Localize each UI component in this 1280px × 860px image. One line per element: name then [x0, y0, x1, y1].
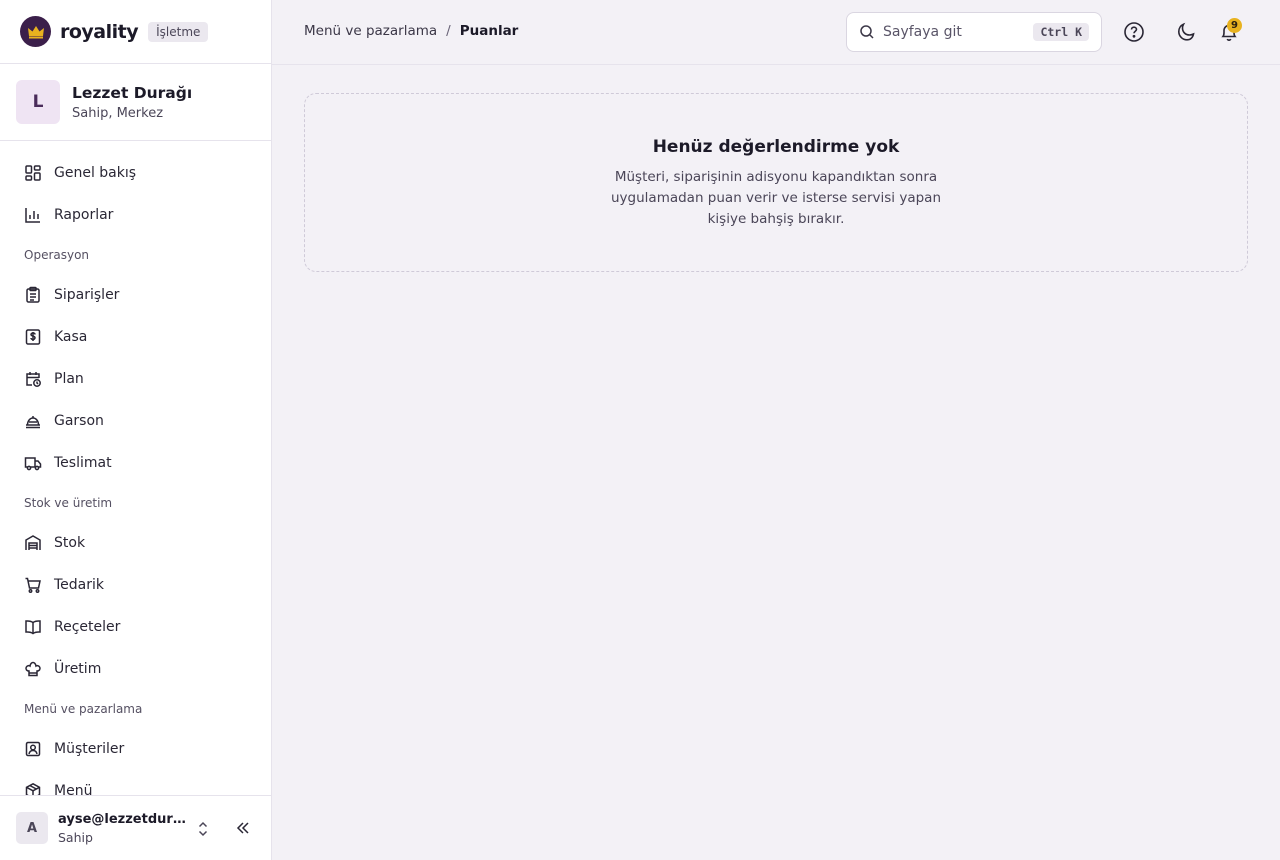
breadcrumb-parent[interactable]: Menü ve pazarlama: [304, 23, 437, 39]
book-open-icon: [25, 620, 41, 635]
sidebar-item-label: Raporlar: [54, 207, 114, 223]
sidebar-item-label: Siparişler: [54, 287, 120, 303]
contact-icon: [25, 741, 41, 757]
sidebar-nav: Genel bakış Raporlar Operasyon Siparişle…: [0, 141, 271, 795]
empty-state-card: Henüz değerlendirme yok Müşteri, sipariş…: [304, 93, 1248, 272]
user-menu[interactable]: A ayse@lezzetdurağı.com Sahip: [0, 795, 271, 860]
bar-chart-icon: [25, 208, 40, 223]
org-switcher[interactable]: L Lezzet Durağı Sahip, Merkez: [0, 64, 271, 141]
brand-name: royality: [60, 20, 139, 43]
brand-tag: İşletme: [148, 21, 209, 42]
org-name: Lezzet Durağı: [72, 83, 193, 102]
chevrons-up-down-icon[interactable]: [196, 820, 210, 838]
sidebar-item-label: Tedarik: [54, 577, 105, 593]
sidebar-item-garson[interactable]: Garson: [0, 400, 271, 442]
sidebar-item-label: Müşteriler: [54, 741, 125, 757]
crown-logo-icon[interactable]: [20, 16, 51, 47]
breadcrumb: Menü ve pazarlama / Puanlar: [304, 23, 518, 39]
user-role: Sahip: [58, 829, 93, 845]
sidebar-item-stok[interactable]: Stok: [0, 522, 271, 564]
breadcrumb-separator: /: [446, 23, 451, 39]
warehouse-icon: [25, 535, 41, 550]
breadcrumb-current: Puanlar: [459, 23, 519, 39]
sidebar-item-tedarik[interactable]: Tedarik: [0, 564, 271, 606]
chef-hat-icon: [25, 661, 41, 677]
sidebar-item-label: Garson: [54, 413, 104, 429]
cloche-icon: [26, 416, 40, 429]
user-avatar: A: [16, 812, 48, 844]
nav-section-title: Stok ve üretim: [24, 496, 113, 510]
nav-section-title: Menü ve pazarlama: [24, 702, 143, 716]
org-avatar: L: [16, 80, 60, 124]
sidebar-item-receteler[interactable]: Reçeteler: [0, 606, 271, 648]
sidebar-item-raporlar[interactable]: Raporlar: [0, 194, 271, 236]
calendar-clock-icon: [26, 372, 41, 387]
org-role: Sahip, Merkez: [72, 105, 164, 121]
user-email: ayse@lezzetdurağı.com: [58, 811, 186, 827]
empty-state-title: Henüz değerlendirme yok: [652, 137, 900, 157]
grid-icon: [25, 165, 41, 181]
truck-icon: [24, 457, 42, 471]
keyboard-shortcut: Ctrl K: [1033, 23, 1089, 41]
sidebar-item-uretim[interactable]: Üretim: [0, 648, 271, 690]
sidebar-item-musteriler[interactable]: Müşteriler: [0, 728, 271, 770]
cart-icon: [25, 577, 41, 593]
sidebar-item-kasa[interactable]: Kasa: [0, 316, 271, 358]
collapse-sidebar-icon[interactable]: [234, 819, 252, 837]
sidebar: royality İşletme L Lezzet Durağı Sahip, …: [0, 0, 272, 860]
empty-state-description: Müşteri, siparişinin adisyonu kapandıkta…: [611, 169, 942, 227]
sidebar-item-label: Stok: [54, 535, 86, 551]
sidebar-item-siparisler[interactable]: Siparişler: [0, 274, 271, 316]
sidebar-item-genel-bakis[interactable]: Genel bakış: [0, 152, 271, 194]
search-input[interactable]: Sayfaya git Ctrl K: [846, 12, 1102, 52]
notification-badge: 9: [1227, 18, 1242, 33]
search-placeholder: Sayfaya git: [883, 24, 962, 40]
help-icon[interactable]: [1123, 21, 1145, 43]
cash-register-icon: [25, 329, 41, 345]
sidebar-item-menu[interactable]: Menü: [0, 770, 271, 795]
clipboard-icon: [26, 286, 40, 303]
nav-section-title: Operasyon: [24, 248, 90, 262]
theme-toggle-moon-icon[interactable]: [1176, 21, 1198, 43]
package-icon: [25, 782, 41, 795]
sidebar-item-label: Genel bakış: [54, 165, 137, 181]
sidebar-item-label: Plan: [54, 371, 84, 387]
brand-header: royality İşletme: [0, 0, 271, 64]
sidebar-item-teslimat[interactable]: Teslimat: [0, 442, 271, 484]
sidebar-item-label: Kasa: [54, 329, 88, 345]
sidebar-item-label: Menü: [54, 783, 93, 795]
search-icon: [860, 25, 874, 39]
sidebar-item-label: Reçeteler: [54, 619, 121, 635]
top-header: Menü ve pazarlama / Puanlar Sayfaya git …: [272, 0, 1280, 65]
sidebar-item-label: Üretim: [54, 661, 102, 677]
sidebar-item-label: Teslimat: [54, 455, 112, 471]
sidebar-item-plan[interactable]: Plan: [0, 358, 271, 400]
